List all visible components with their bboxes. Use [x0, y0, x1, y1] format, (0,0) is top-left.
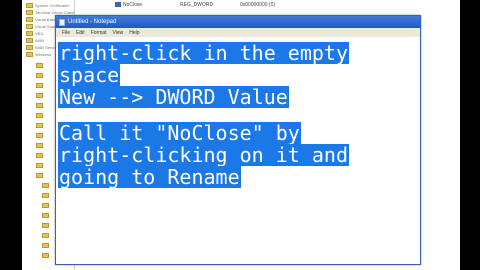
- folder-icon: [42, 193, 49, 198]
- folder-icon: [26, 3, 33, 8]
- folder-icon: [26, 45, 33, 50]
- tree-folder[interactable]: [36, 152, 45, 159]
- tree-folder[interactable]: [36, 172, 45, 179]
- menu-help[interactable]: Help: [129, 30, 139, 36]
- folder-icon: [42, 213, 49, 218]
- folder-icon: [36, 83, 43, 88]
- tree-folder[interactable]: [42, 232, 51, 239]
- tree-folder[interactable]: [42, 182, 51, 189]
- folder-icon: [36, 113, 43, 118]
- tree-folder[interactable]: [36, 82, 45, 89]
- folder-icon: [42, 223, 49, 228]
- tree-item[interactable]: Visual Basic: [26, 16, 57, 23]
- tree-folder[interactable]: [42, 212, 51, 219]
- folder-icon: [36, 153, 43, 158]
- text-line: right-clicking on it and: [58, 143, 349, 167]
- menu-view[interactable]: View: [113, 30, 124, 36]
- tree-folder[interactable]: [42, 242, 51, 249]
- tree-item[interactable]: Windows: [26, 51, 51, 58]
- left-letterbox: [0, 0, 22, 270]
- folder-icon: [26, 31, 33, 36]
- text-line: space: [58, 63, 121, 87]
- folder-icon: [42, 203, 49, 208]
- notepad-icon: [59, 18, 65, 26]
- folder-icon: [42, 183, 49, 188]
- tree-folder[interactable]: [42, 202, 51, 209]
- dword-value-icon: [115, 2, 121, 8]
- tree-item[interactable]: System Certificates: [26, 2, 69, 9]
- tree-folder[interactable]: [36, 62, 45, 69]
- tree-folder[interactable]: [42, 192, 51, 199]
- menu-bar: File Edit Format View Help: [56, 28, 420, 37]
- registry-values-pane: NoClose REG_DWORD 0x00000000 (0): [75, 0, 460, 14]
- folder-icon: [42, 243, 49, 248]
- menu-edit[interactable]: Edit: [76, 30, 85, 36]
- folder-icon: [26, 38, 33, 43]
- text-line: Call it "NoClose" by: [58, 121, 301, 145]
- text-line: right-click in the empty: [58, 41, 349, 65]
- notepad-text-area[interactable]: right-click in the empty space New --> D…: [58, 38, 418, 262]
- tree-item[interactable]: WAB: [26, 37, 44, 44]
- tree-folder[interactable]: [36, 112, 45, 119]
- folder-icon: [42, 253, 49, 258]
- folder-icon: [36, 163, 43, 168]
- text-line: going to Rename: [58, 165, 241, 189]
- folder-icon: [26, 52, 33, 57]
- text-line: New --> DWORD Value: [58, 85, 289, 109]
- right-letterbox: [460, 0, 480, 270]
- folder-icon: [36, 133, 43, 138]
- folder-icon: [26, 17, 33, 22]
- tree-folder[interactable]: [36, 122, 45, 129]
- registry-value-row[interactable]: NoClose: [115, 2, 142, 8]
- folder-icon: [36, 123, 43, 128]
- tree-item[interactable]: VBA: [26, 30, 43, 37]
- folder-icon: [26, 10, 33, 15]
- tree-item[interactable]: Visual Studio: [26, 23, 58, 30]
- tree-folder[interactable]: [36, 72, 45, 79]
- folder-icon: [36, 93, 43, 98]
- folder-icon: [36, 63, 43, 68]
- tree-folder[interactable]: [36, 92, 45, 99]
- menu-file[interactable]: File: [62, 30, 70, 36]
- notepad-titlebar[interactable]: Untitled - Notepad: [56, 16, 420, 28]
- tree-folder[interactable]: [36, 102, 45, 109]
- tree-folder[interactable]: [36, 142, 45, 149]
- value-type: REG_DWORD: [180, 2, 214, 8]
- tree-folder[interactable]: [42, 222, 51, 229]
- value-name: NoClose: [123, 2, 143, 8]
- value-data: 0x00000000 (0): [240, 2, 276, 8]
- folder-icon: [36, 73, 43, 78]
- window-title: Untitled - Notepad: [68, 19, 117, 25]
- tree-folder[interactable]: [36, 132, 45, 139]
- folder-icon: [36, 143, 43, 148]
- tree-folder[interactable]: [42, 252, 51, 259]
- notepad-window: Untitled - Notepad File Edit Format View…: [55, 15, 421, 265]
- folder-icon: [36, 173, 43, 178]
- folder-icon: [42, 233, 49, 238]
- tree-folder[interactable]: [36, 162, 45, 169]
- menu-format[interactable]: Format: [91, 30, 107, 36]
- folder-icon: [26, 24, 33, 29]
- folder-icon: [36, 103, 43, 108]
